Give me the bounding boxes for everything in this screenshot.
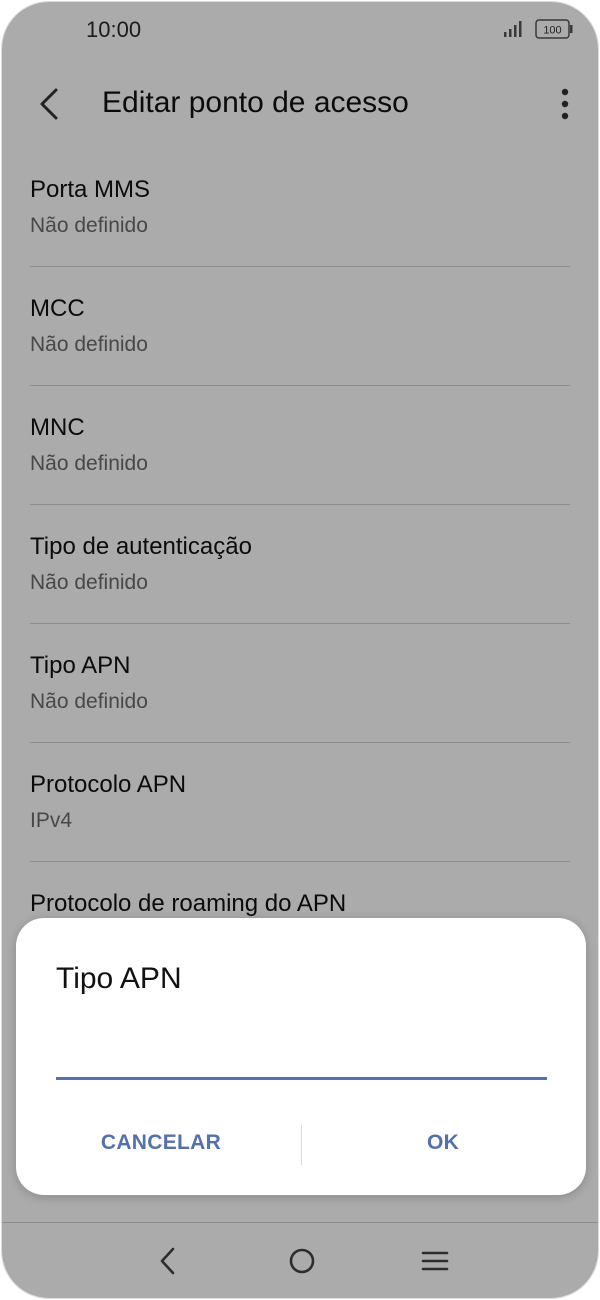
cancel-button[interactable]: CANCELAR: [46, 1114, 276, 1172]
ok-button[interactable]: OK: [328, 1114, 558, 1172]
apn-type-input[interactable]: [56, 1038, 547, 1080]
button-divider: [301, 1125, 302, 1165]
screen: 10:00 100 Editar ponto de acesso Porta M…: [2, 2, 598, 1298]
apn-type-dialog: Tipo APN CANCELAR OK: [16, 918, 586, 1195]
phone-frame: 10:00 100 Editar ponto de acesso Porta M…: [1, 1, 599, 1299]
dialog-title: Tipo APN: [56, 962, 182, 995]
